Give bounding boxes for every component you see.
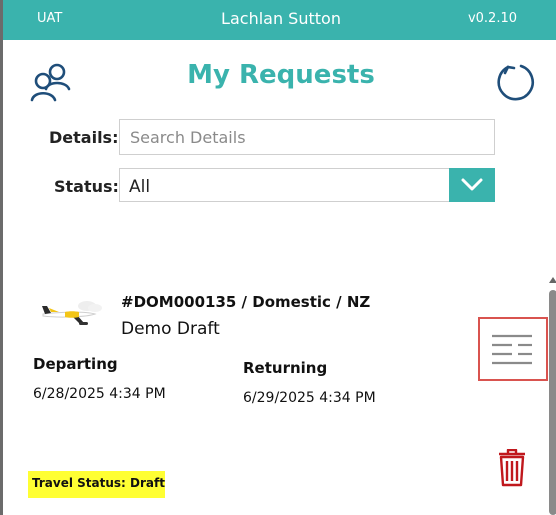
status-value: All [129, 177, 151, 197]
departing-value: 6/28/2025 4:34 PM [33, 386, 166, 402]
details-label: Details: [49, 128, 119, 147]
scroll-up-arrow[interactable] [549, 277, 556, 283]
request-id: #DOM000135 / Domestic / NZ [121, 293, 371, 311]
page-title: My Requests [187, 60, 375, 90]
refresh-icon[interactable] [495, 61, 537, 103]
chevron-down-icon [461, 178, 483, 191]
returning-label: Returning [243, 359, 328, 377]
scrollbar-thumb[interactable] [549, 290, 556, 515]
app-window: UAT Lachlan Sutton v0.2.10 My Requests D… [0, 0, 556, 515]
request-menu-button[interactable] [478, 317, 548, 381]
request-name: Demo Draft [121, 319, 220, 339]
status-select[interactable]: All [119, 168, 495, 202]
departing-label: Departing [33, 355, 118, 373]
travel-status-badge: Travel Status: Draft [28, 471, 165, 498]
status-label: Status: [54, 177, 119, 196]
top-bar: UAT Lachlan Sutton v0.2.10 [3, 0, 556, 40]
returning-value: 6/29/2025 4:34 PM [243, 390, 376, 406]
search-details-input[interactable] [119, 119, 495, 155]
list-menu-icon [492, 334, 532, 365]
status-dropdown-button[interactable] [449, 168, 495, 202]
airplane-icon [42, 301, 102, 325]
version-label: v0.2.10 [467, 11, 517, 26]
trash-icon[interactable] [497, 449, 527, 487]
